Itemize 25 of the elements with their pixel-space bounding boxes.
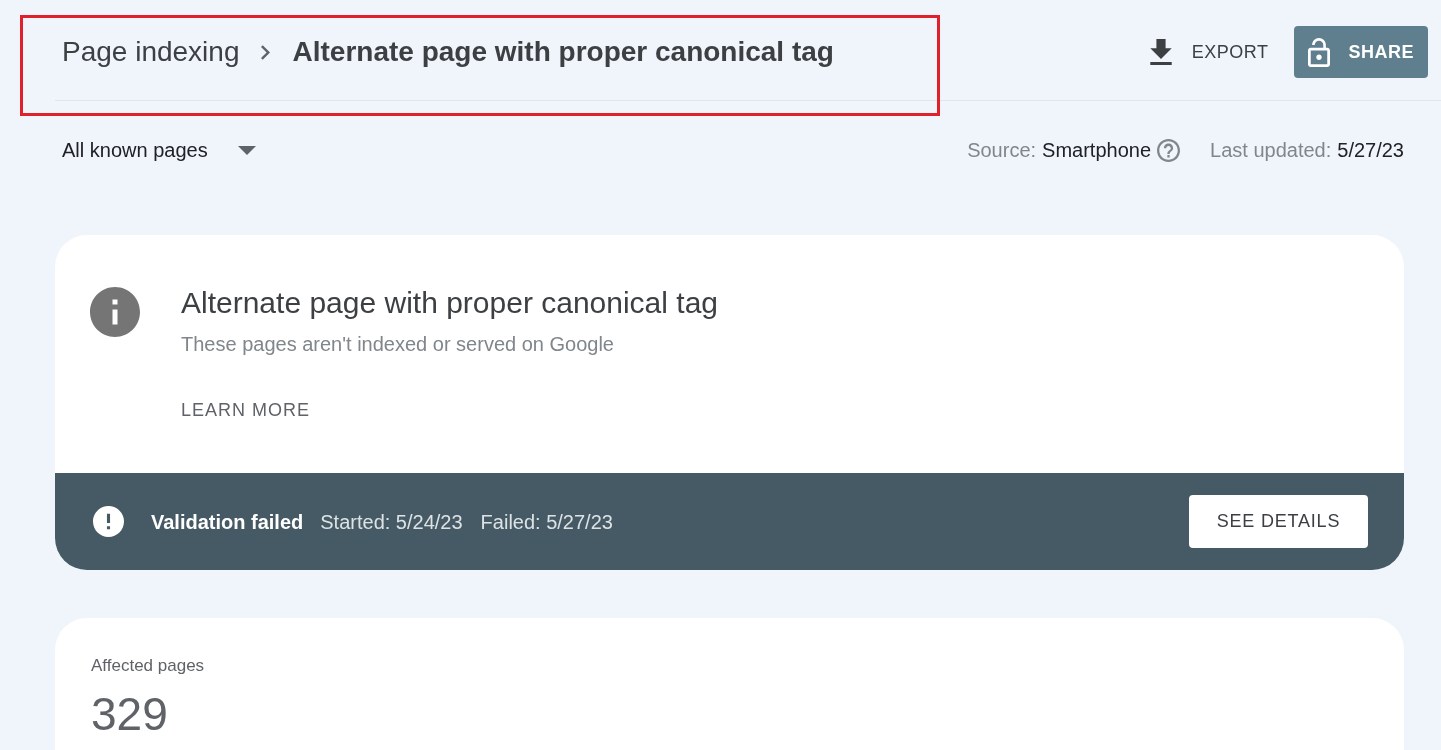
source-label: Source:	[967, 138, 1037, 163]
validation-started: Started: 5/24/23	[320, 509, 463, 535]
learn-more-link[interactable]: LEARN MORE	[181, 398, 311, 422]
exclamation-icon	[93, 506, 124, 537]
export-button[interactable]: EXPORT	[1147, 26, 1271, 78]
caret-down-icon	[237, 145, 256, 155]
page-title: Alternate page with proper canonical tag	[292, 35, 834, 69]
download-icon	[1149, 39, 1172, 65]
affected-pages-label: Affected pages	[91, 656, 205, 676]
affected-pages-count: 329	[91, 688, 168, 740]
breadcrumb-link[interactable]: Page indexing	[62, 31, 240, 73]
share-button[interactable]: SHARE	[1294, 26, 1428, 78]
chevron-right-icon	[261, 44, 271, 60]
see-details-button[interactable]: SEE DETAILS	[1189, 495, 1368, 548]
help-icon[interactable]	[1157, 138, 1181, 162]
issue-title: Alternate page with proper canonical tag	[181, 287, 718, 319]
unlocked-padlock-icon	[1308, 37, 1331, 67]
validation-failed: Failed: 5/27/23	[480, 509, 613, 535]
last-updated-value: 5/27/23	[1337, 138, 1404, 163]
issue-subtitle: These pages aren't indexed or served on Google	[181, 332, 614, 356]
source-value: Smartphone	[1042, 138, 1152, 163]
validation-status: Validation failed	[151, 509, 304, 535]
last-updated-label: Last updated:	[1210, 138, 1332, 163]
pages-dropdown[interactable]: All known pages	[62, 135, 256, 165]
info-icon	[90, 287, 140, 337]
